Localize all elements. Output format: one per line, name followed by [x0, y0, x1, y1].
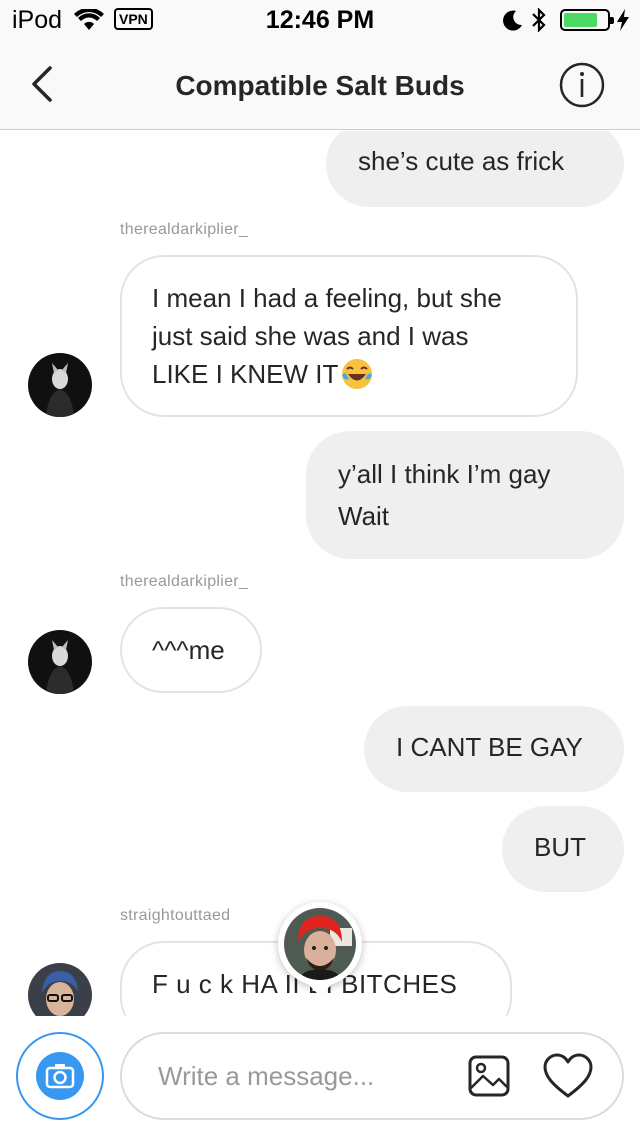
thread-title[interactable]: Compatible Salt Buds	[0, 70, 640, 102]
battery-icon	[560, 9, 614, 31]
message-text: I CANT BE GAY	[396, 732, 583, 762]
sender-avatar[interactable]	[28, 963, 92, 1016]
thread-header: Compatible Salt Buds	[0, 40, 640, 130]
status-bar: iPod VPN 12:46 PM	[0, 0, 640, 40]
message-list[interactable]: she’s cute as frick therealdarkiplier_ I…	[0, 131, 640, 1016]
message-bubble-outgoing[interactable]: BUT	[502, 806, 624, 892]
message-text: BUT	[534, 832, 586, 862]
laughing-tears-emoji-icon	[342, 359, 373, 389]
message-text: she’s cute as frick	[358, 146, 565, 176]
charging-bolt-icon	[617, 9, 629, 31]
sender-username: straightouttaed	[120, 907, 231, 924]
sender-avatar[interactable]	[28, 353, 92, 417]
message-input[interactable]	[158, 1056, 458, 1096]
avatar	[284, 908, 356, 980]
message-line: just said she was and I was	[152, 321, 469, 351]
sender-username: therealdarkiplier_	[120, 221, 249, 238]
camera-icon	[45, 1064, 75, 1089]
message-bubble-incoming[interactable]: I mean I had a feeling, but she just sai…	[120, 255, 578, 417]
heart-icon[interactable]	[542, 1052, 594, 1100]
message-input-container[interactable]	[120, 1032, 624, 1120]
message-bubble-outgoing[interactable]: I CANT BE GAY	[364, 706, 624, 792]
message-text: y’all I think I’m gay Wait	[338, 453, 550, 537]
avatar-image	[28, 630, 92, 694]
gallery-icon[interactable]	[467, 1054, 511, 1098]
moon-icon	[503, 10, 522, 31]
avatar-image	[28, 963, 92, 1016]
composer-bar	[0, 1016, 640, 1136]
bluetooth-icon	[532, 8, 546, 32]
avatar-image	[284, 908, 356, 980]
message-text: I mean I had a feeling, but she just sai…	[152, 279, 502, 393]
message-line: y’all I think I’m gay	[338, 459, 551, 489]
message-text: ^^^me	[152, 635, 225, 665]
camera-button[interactable]	[16, 1032, 104, 1120]
message-bubble-outgoing[interactable]: she’s cute as frick	[326, 131, 624, 207]
typing-avatar-bubble[interactable]	[278, 902, 362, 997]
message-bubble-outgoing[interactable]: y’all I think I’m gay Wait	[306, 431, 624, 559]
message-line: Wait	[338, 501, 390, 531]
info-icon[interactable]	[558, 61, 606, 109]
avatar-image	[28, 353, 92, 417]
message-line: LIKE I KNEW IT	[152, 359, 339, 389]
message-bubble-incoming[interactable]: ^^^me	[120, 607, 262, 693]
sender-avatar[interactable]	[28, 630, 92, 694]
sender-username: therealdarkiplier_	[120, 573, 249, 590]
battery-level-fill	[564, 13, 597, 27]
message-line: I mean I had a feeling, but she	[152, 283, 502, 313]
